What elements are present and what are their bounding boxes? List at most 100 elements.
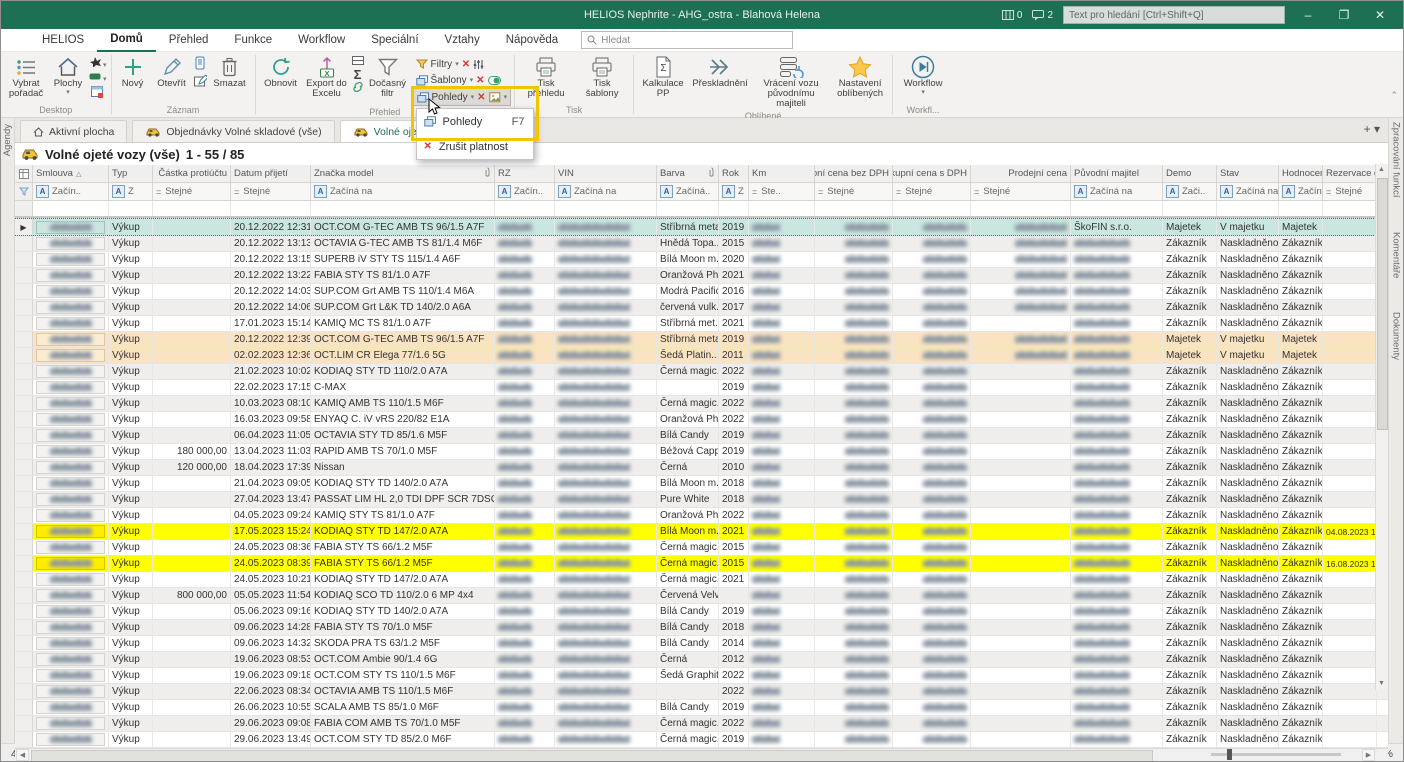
filter-input-sm[interactable] [33, 201, 109, 216]
column-header-stav[interactable]: Stav [1217, 165, 1279, 182]
grid-row[interactable]: ▆▇▆▇▆▆▇▆▇▆▆Výkup10.03.2023 08:10KAMIQ AM… [15, 396, 1388, 412]
column-header-b[interactable]: Barva [657, 165, 719, 182]
grid-row[interactable]: ▆▇▆▇▆▆▇▆▇▆▆Výkup09.06.2023 14:32SKODA PR… [15, 636, 1388, 652]
grid-row[interactable]: ▆▇▆▇▆▆▇▆▇▆▆Výkup17.05.2023 15:24KODIAQ S… [15, 524, 1388, 540]
contract-box[interactable]: ▆▇▆▇▆▆▇▆▇▆▆ [36, 413, 105, 426]
column-header-c3[interactable]: Prodejní cena [971, 165, 1071, 182]
sliders-icon[interactable] [473, 59, 484, 70]
tab-objednavky[interactable]: Objednávky Volné skladové (vše) [132, 120, 334, 142]
contract-box[interactable]: ▆▇▆▇▆▆▇▆▇▆▆ [36, 461, 105, 474]
nastaveni-oblibenych-button[interactable]: Nastavení oblíbených [831, 54, 889, 100]
grid-row[interactable]: ▆▇▆▇▆▆▇▆▇▆▆Výkup24.05.2023 10:21KODIAQ S… [15, 572, 1388, 588]
filter-input-typ[interactable] [109, 201, 153, 216]
grid-row[interactable]: ▆▇▆▇▆▆▇▆▇▆▆Výkup21.02.2023 10:02KODIAQ S… [15, 364, 1388, 380]
grid-row[interactable]: ▆▇▆▇▆▆▇▆▇▆▆Výkup120 000,0018.04.2023 17:… [15, 460, 1388, 476]
filter-input-ca[interactable] [153, 201, 231, 216]
clear-filter-icon[interactable]: ✕ [462, 59, 470, 70]
grid-row[interactable]: ▆▇▆▇▆▆▇▆▇▆▆Výkup16.03.2023 09:58ENYAQ C.… [15, 412, 1388, 428]
obnovit-button[interactable]: Obnovit [259, 54, 303, 90]
table-config-icon[interactable] [91, 86, 104, 101]
grid-row[interactable]: ▶▆▇▆▇▆▆▇▆▇▆▆Výkup20.12.2022 12:31OCT.COM… [15, 218, 1388, 236]
image-icon[interactable] [489, 92, 501, 103]
filter-cell-km[interactable]: =Ste.. [749, 183, 815, 200]
filter-input-maj[interactable] [1071, 201, 1163, 216]
grid-row[interactable]: ▆▇▆▇▆▆▇▆▇▆▆Výkup24.05.2023 08:39FABIA ST… [15, 556, 1388, 572]
column-header-marker[interactable] [15, 165, 33, 182]
filter-cell-sm[interactable]: AZačín.. [33, 183, 109, 200]
grid-row[interactable]: ▆▇▆▇▆▆▇▆▇▆▆Výkup20.12.2022 13:15SUPERB i… [15, 252, 1388, 268]
filter-cell-rez[interactable]: =Stejné [1323, 183, 1377, 200]
filter-cell-typ[interactable]: AZ [109, 183, 153, 200]
grid-row[interactable]: ▆▇▆▇▆▆▇▆▇▆▆Výkup180 000,0013.04.2023 11:… [15, 444, 1388, 460]
scroll-right-icon[interactable]: ▶ [1362, 749, 1375, 761]
sum-icon[interactable]: Σ [354, 70, 362, 80]
filter-input-m[interactable] [311, 201, 495, 216]
global-search-input[interactable]: Text pro hledání [Ctrl+Shift+Q] [1063, 6, 1285, 24]
tab-helios[interactable]: HELIOS [29, 29, 97, 51]
minimize-button[interactable]: – [1295, 8, 1321, 22]
filter-input-c2[interactable] [893, 201, 971, 216]
kalkulace-pp-button[interactable]: Σ Kalkulace PP [637, 54, 689, 100]
grid-row[interactable]: ▆▇▆▇▆▆▇▆▇▆▆Výkup06.04.2023 11:05OCTAVIA … [15, 428, 1388, 444]
grid-row[interactable]: ▆▇▆▇▆▆▇▆▇▆▆Výkup20.12.2022 12:39OCT.COM … [15, 332, 1388, 348]
sablony-button[interactable]: Šablony▾ ✕ [413, 72, 512, 88]
vscroll-thumb[interactable] [1377, 178, 1388, 430]
tab-specialni[interactable]: Speciální [358, 29, 431, 51]
grid-row[interactable]: ▆▇▆▇▆▆▇▆▇▆▆Výkup20.12.2022 14:06SUP.COM … [15, 300, 1388, 316]
filter-input-b[interactable] [657, 201, 719, 216]
vraceni-vozu-button[interactable]: Vrácení vozu původnímu majiteli [751, 54, 831, 110]
contract-box[interactable]: ▆▇▆▇▆▆▇▆▇▆▆ [36, 429, 105, 442]
clear-view-icon[interactable]: ✕ [477, 92, 485, 103]
agendy-sidebar[interactable]: Agendy [1, 118, 15, 743]
filter-cell-marker[interactable] [15, 183, 33, 200]
contract-box[interactable]: ▆▇▆▇▆▆▇▆▇▆▆ [36, 701, 105, 714]
contract-box[interactable]: ▆▇▆▇▆▆▇▆▇▆▆ [36, 685, 105, 698]
tab-funkce[interactable]: Funkce [221, 29, 285, 51]
scroll-down-icon[interactable]: ▼ [1376, 678, 1387, 690]
column-header-rez[interactable]: Rezervace do [1323, 165, 1377, 182]
filter-cell-stav[interactable]: AZačíná na [1217, 183, 1279, 200]
grid-row[interactable]: ▆▇▆▇▆▆▇▆▇▆▆Výkup17.01.2023 15:14KAMIQ MC… [15, 316, 1388, 332]
tab-vztahy[interactable]: Vztahy [432, 29, 493, 51]
contract-box[interactable]: ▆▇▆▇▆▆▇▆▇▆▆ [36, 381, 105, 394]
contract-box[interactable]: ▆▇▆▇▆▆▇▆▇▆▆ [36, 525, 105, 538]
horizontal-scrollbar[interactable]: ◀ ▶ [15, 748, 1388, 762]
column-header-c1[interactable]: nákupní cena bez DPH [815, 165, 893, 182]
column-header-hod[interactable]: Hodnocení [1279, 165, 1323, 182]
filter-cell-m[interactable]: AZačíná na [311, 183, 495, 200]
panel-tab-komentare[interactable]: Komentáře [1391, 232, 1402, 278]
vybrat-poradac-button[interactable]: Vybrat pořadač [4, 54, 48, 100]
vertical-scrollbar[interactable]: ▲ ▼ [1375, 164, 1388, 690]
filtry-button[interactable]: Filtry▾ ✕ [413, 56, 512, 72]
zoom-slider-thumb[interactable] [1227, 749, 1232, 760]
grid-row[interactable]: ▆▇▆▇▆▆▇▆▇▆▆Výkup29.06.2023 09:08FABIA CO… [15, 716, 1388, 732]
users-badge[interactable]: 0 [1002, 10, 1023, 21]
contract-box[interactable]: ▆▇▆▇▆▆▇▆▇▆▆ [36, 541, 105, 554]
grid-row[interactable]: ▆▇▆▇▆▆▇▆▇▆▆Výkup20.12.2022 14:03SUP.COM … [15, 284, 1388, 300]
filter-input-c3[interactable] [971, 201, 1071, 216]
bar-icon[interactable]: ▾ [89, 72, 107, 84]
contract-box[interactable]: ▆▇▆▇▆▆▇▆▇▆▆ [36, 573, 105, 586]
docasny-filtr-button[interactable]: Dočasný filtr [365, 54, 411, 100]
grid-row[interactable]: ▆▇▆▇▆▆▇▆▇▆▆Výkup27.04.2023 13:47PASSAT L… [15, 492, 1388, 508]
preskladneni-button[interactable]: Přeskladnění [689, 54, 751, 90]
tab-workflow[interactable]: Workflow [285, 29, 358, 51]
contract-box[interactable]: ▆▇▆▇▆▆▇▆▇▆▆ [36, 317, 105, 330]
panel-tab-dokumenty[interactable]: Dokumenty [1391, 312, 1402, 360]
filter-input-demo[interactable] [1163, 201, 1217, 216]
plochy-button[interactable]: Plochy ▾ [48, 54, 88, 97]
grid-row[interactable]: ▆▇▆▇▆▆▇▆▇▆▆Výkup22.06.2023 08:34OCTAVIA … [15, 684, 1388, 700]
contract-box[interactable]: ▆▇▆▇▆▆▇▆▇▆▆ [36, 301, 105, 314]
grid-row[interactable]: ▆▇▆▇▆▆▇▆▇▆▆Výkup09.06.2023 14:28FABIA ST… [15, 620, 1388, 636]
grid-row[interactable]: ▆▇▆▇▆▆▇▆▇▆▆Výkup19.06.2023 08:53OCT.COM … [15, 652, 1388, 668]
filter-cell-hod[interactable]: AZačín.. [1279, 183, 1323, 200]
scroll-left-icon[interactable]: ◀ [16, 749, 29, 761]
grid-row[interactable]: ▆▇▆▇▆▆▇▆▇▆▆Výkup20.12.2022 13:13OCTAVIA … [15, 236, 1388, 252]
smazat-button[interactable]: Smazat [208, 54, 252, 90]
device-icon[interactable] [195, 56, 205, 73]
contract-box[interactable]: ▆▇▆▇▆▆▇▆▇▆▆ [36, 333, 105, 346]
ribbon-collapse-icon[interactable]: ⌃ [1390, 90, 1398, 101]
contract-box[interactable]: ▆▇▆▇▆▆▇▆▇▆▆ [36, 365, 105, 378]
filter-input-stav[interactable] [1217, 201, 1279, 216]
filter-cell-demo[interactable]: AZači.. [1163, 183, 1217, 200]
